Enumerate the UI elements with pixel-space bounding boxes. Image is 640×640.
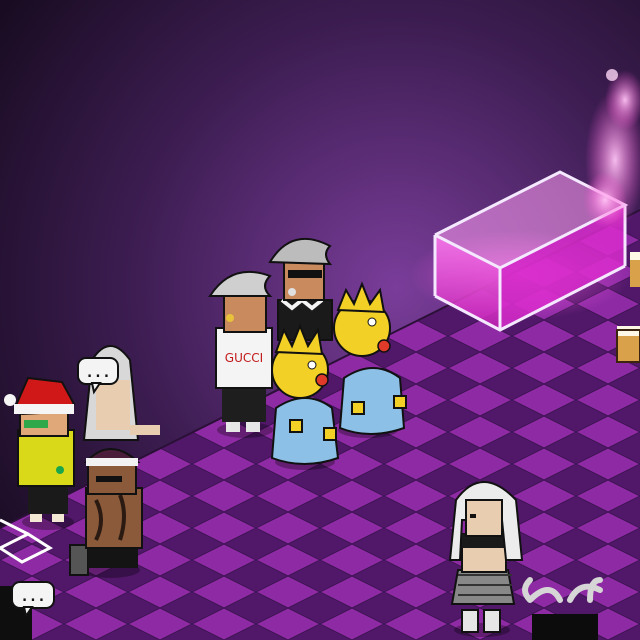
- beer-mug-icon[interactable]: [616, 326, 640, 363]
- room-canvas[interactable]: GUCCI ... ...: [0, 0, 640, 640]
- shirt-print-text: GUCCI: [225, 351, 263, 365]
- beer-mug-icon-2[interactable]: [630, 252, 640, 287]
- game-room-viewport[interactable]: GUCCI ... ...: [0, 0, 640, 640]
- speech-bubble-1-text: ...: [85, 365, 110, 381]
- speech-bubble-2-text: ...: [20, 589, 45, 605]
